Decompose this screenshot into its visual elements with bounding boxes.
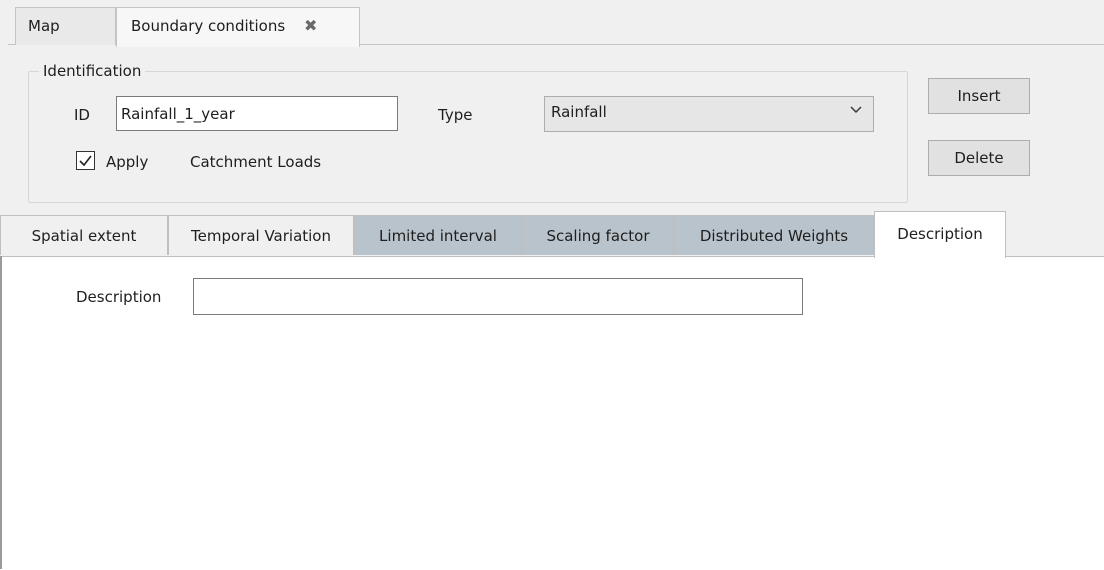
tab-spatial-extent-label: Spatial extent <box>31 227 137 245</box>
description-input[interactable] <box>193 278 803 315</box>
tab-temporal-variation-label: Temporal Variation <box>191 227 331 245</box>
close-icon[interactable]: ✖ <box>304 8 317 44</box>
tab-boundary-conditions[interactable]: Boundary conditions ✖ <box>116 7 360 47</box>
type-select[interactable]: Rainfall <box>544 96 874 132</box>
delete-button[interactable]: Delete <box>928 140 1030 176</box>
apply-label[interactable]: Apply <box>106 153 148 171</box>
tab-map[interactable]: Map <box>15 7 116 45</box>
tab-distributed-weights-label: Distributed Weights <box>699 227 849 245</box>
id-label: ID <box>74 106 90 124</box>
tab-description[interactable]: Description <box>874 211 1006 258</box>
tab-limited-interval-label: Limited interval <box>379 227 497 245</box>
identification-legend: Identification <box>39 62 146 80</box>
tab-map-label: Map <box>28 17 60 35</box>
checkmark-icon <box>79 155 92 167</box>
id-input[interactable] <box>116 96 398 131</box>
apply-checkbox[interactable] <box>76 151 95 170</box>
panel-left-edge <box>0 256 2 569</box>
insert-button[interactable]: Insert <box>928 78 1030 114</box>
tab-limited-interval[interactable]: Limited interval <box>354 215 522 255</box>
type-label: Type <box>438 106 473 124</box>
catchment-loads-label: Catchment Loads <box>190 153 322 171</box>
type-select-value: Rainfall <box>551 103 607 121</box>
identification-group <box>28 71 908 203</box>
tab-scaling-factor-label: Scaling factor <box>546 227 650 245</box>
tab-description-label: Description <box>897 225 983 243</box>
tab-boundary-conditions-label: Boundary conditions <box>131 17 286 35</box>
chevron-down-icon <box>850 106 862 113</box>
tab-temporal-variation[interactable]: Temporal Variation <box>168 215 354 255</box>
tab-scaling-factor[interactable]: Scaling factor <box>522 215 674 255</box>
tab-distributed-weights[interactable]: Distributed Weights <box>674 215 874 255</box>
tab-spatial-extent[interactable]: Spatial extent <box>0 215 168 255</box>
description-label: Description <box>76 288 162 306</box>
